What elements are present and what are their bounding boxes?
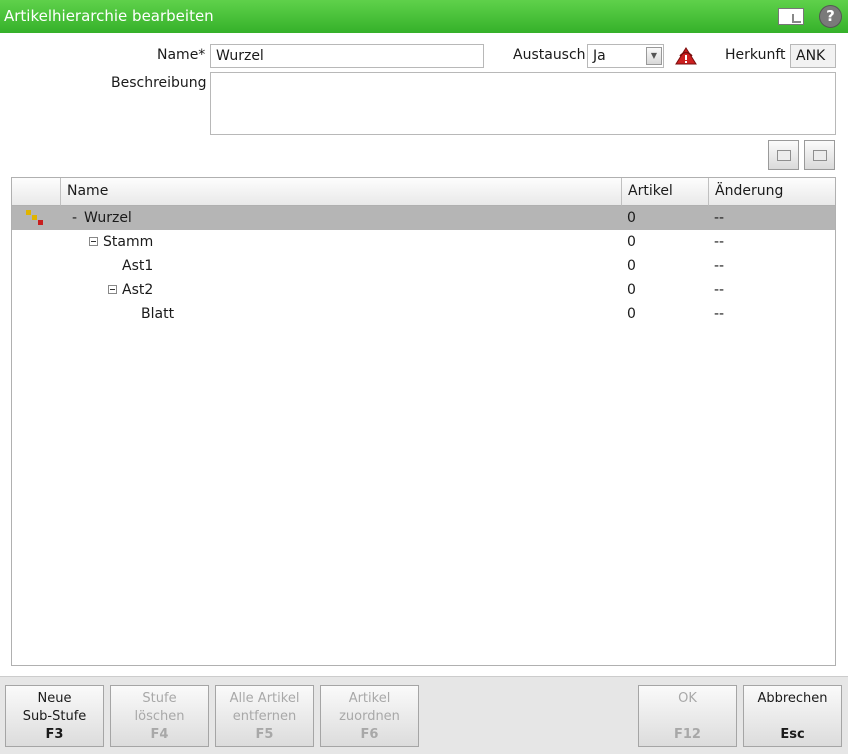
collapse-icon[interactable] xyxy=(108,285,117,294)
export-button[interactable] xyxy=(804,140,835,170)
tree-row-name: Ast1 xyxy=(122,258,154,274)
button-key: F12 xyxy=(674,727,701,742)
button-key: F6 xyxy=(360,727,379,742)
herkunft-value: ANK xyxy=(796,48,826,64)
tree-row-artikel: 0 xyxy=(627,234,636,250)
tree-row-name: Blatt xyxy=(141,306,175,322)
neue-sub-stufe-button[interactable]: Neue Sub-Stufe F3 xyxy=(5,685,104,747)
ok-button[interactable]: OK F12 xyxy=(638,685,737,747)
collapse-icon[interactable] xyxy=(89,237,98,246)
tree-row-ast2[interactable]: Ast2 0 -- xyxy=(12,278,835,302)
austausch-label: Austausch xyxy=(513,47,586,63)
tree-row-aenderung: -- xyxy=(714,234,725,250)
tree-row-artikel: 0 xyxy=(627,306,636,322)
artikel-zuordnen-button[interactable]: Artikel zuordnen F6 xyxy=(320,685,419,747)
function-key-bar: Neue Sub-Stufe F3 Stufe löschen F4 Alle … xyxy=(0,676,848,754)
button-key: F4 xyxy=(150,727,169,742)
button-key: Esc xyxy=(780,727,805,742)
help-icon[interactable]: ? xyxy=(819,5,842,28)
stufe-loeschen-button[interactable]: Stufe löschen F4 xyxy=(110,685,209,747)
name-label: Name* xyxy=(157,47,206,63)
button-label-line1: Neue xyxy=(37,691,72,706)
tree-row-name: Ast2 xyxy=(122,282,154,298)
import-icon xyxy=(777,150,791,161)
austausch-value: Ja xyxy=(593,48,606,64)
tree-row-ast1[interactable]: Ast1 0 -- xyxy=(12,254,835,278)
export-icon xyxy=(813,150,827,161)
button-label-line1: Alle Artikel xyxy=(229,691,300,706)
chevron-down-icon[interactable]: ▼ xyxy=(646,47,662,65)
window-title: Artikelhierarchie bearbeiten xyxy=(4,7,214,25)
grid-header: Name Artikel Änderung xyxy=(12,178,835,206)
name-input[interactable]: Wurzel xyxy=(210,44,484,68)
tree-row-name: Stamm xyxy=(103,234,154,250)
tree-row-aenderung: -- xyxy=(714,282,725,298)
beschreibung-textarea[interactable] xyxy=(210,72,836,135)
button-label-line1: Artikel xyxy=(348,691,391,706)
tree-row-aenderung: -- xyxy=(714,210,725,226)
document-export-icon[interactable] xyxy=(778,8,804,25)
button-label-line1: Stufe xyxy=(142,691,177,706)
button-label-line2: löschen xyxy=(134,709,185,724)
column-header-artikel[interactable]: Artikel xyxy=(622,178,709,206)
button-key: F5 xyxy=(255,727,274,742)
column-header-name[interactable]: Name xyxy=(61,178,622,206)
alert-icon[interactable] xyxy=(675,47,697,65)
import-button[interactable] xyxy=(768,140,799,170)
column-header-icon xyxy=(12,178,61,206)
tree-row-aenderung: -- xyxy=(714,306,725,322)
tree-row-artikel: 0 xyxy=(627,258,636,274)
button-label-line1: Abbrechen xyxy=(757,691,828,706)
tree-row-aenderung: -- xyxy=(714,258,725,274)
alle-artikel-entfernen-button[interactable]: Alle Artikel entfernen F5 xyxy=(215,685,314,747)
name-input-value: Wurzel xyxy=(216,48,264,64)
tree-row-blatt[interactable]: Blatt 0 -- xyxy=(12,302,835,326)
button-label-line2: zuordnen xyxy=(339,709,400,724)
tree-row-wurzel[interactable]: - Wurzel 0 -- xyxy=(12,206,835,230)
abbrechen-button[interactable]: Abbrechen Esc xyxy=(743,685,842,747)
tree-row-name: Wurzel xyxy=(84,210,132,226)
button-key: F3 xyxy=(45,727,64,742)
herkunft-label: Herkunft xyxy=(725,47,786,63)
column-header-aenderung[interactable]: Änderung xyxy=(709,178,835,206)
title-bar: Artikelhierarchie bearbeiten ? xyxy=(0,0,848,33)
tree-row-artikel: 0 xyxy=(627,282,636,298)
button-label-line1: OK xyxy=(678,691,697,706)
tree-row-stamm[interactable]: Stamm 0 -- xyxy=(12,230,835,254)
hierarchy-icon xyxy=(26,210,46,226)
beschreibung-label: Beschreibung xyxy=(111,75,207,91)
collapse-toggle[interactable]: - xyxy=(72,210,77,226)
button-label-line2: entfernen xyxy=(232,709,297,724)
tree-row-artikel: 0 xyxy=(627,210,636,226)
herkunft-field: ANK xyxy=(790,44,836,68)
button-label-line2: Sub-Stufe xyxy=(22,709,87,724)
hierarchy-grid[interactable]: Name Artikel Änderung - Wurzel 0 -- Stam… xyxy=(11,177,836,666)
